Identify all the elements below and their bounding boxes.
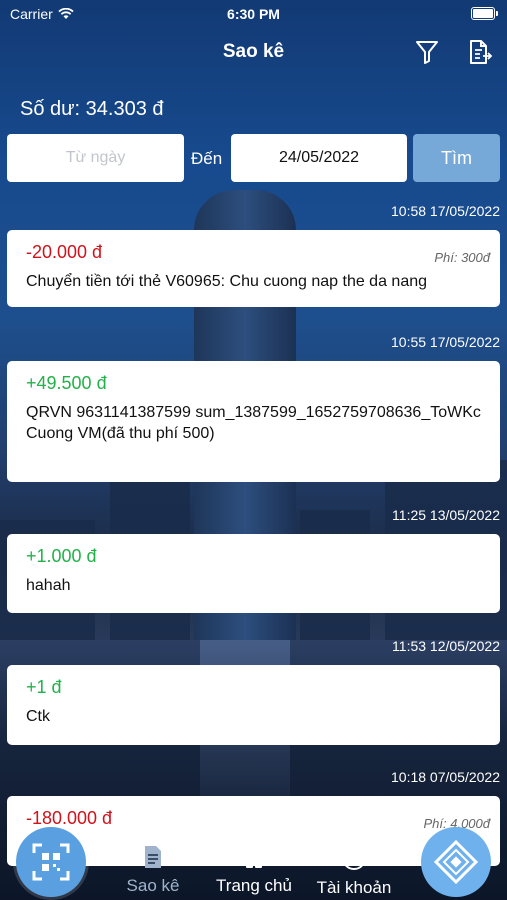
transaction-description: hahah	[26, 577, 71, 594]
transaction-amount: +1 đ	[26, 677, 62, 697]
export-file-icon[interactable]	[465, 38, 493, 66]
date-filter: Đến Tìm	[7, 134, 500, 183]
tab-account[interactable]: Tài khoản	[312, 845, 396, 898]
transaction-fee: Phí: 300đ	[434, 250, 490, 265]
transaction-time: 10:18 07/05/2022	[391, 769, 500, 785]
transaction-card[interactable]: +49.500 đ QRVN 9631141387599 sum_1387599…	[7, 361, 500, 482]
transaction-description: QRVN 9631141387599 sum_1387599_165275970…	[26, 404, 481, 442]
transaction-time: 10:58 17/05/2022	[391, 203, 500, 219]
transaction-card[interactable]: -20.000 đ Phí: 300đ Chuyển tiền tới thẻ …	[7, 230, 500, 307]
transaction-amount: -180.000 đ	[26, 808, 113, 828]
to-label: Đến	[191, 149, 223, 168]
transaction-amount: +49.500 đ	[26, 373, 107, 393]
search-button[interactable]: Tìm	[413, 134, 500, 182]
transaction-time: 11:25 13/05/2022	[392, 507, 500, 523]
from-date-input[interactable]	[7, 134, 184, 182]
battery-icon	[471, 7, 498, 20]
tab-account-label: Tài khoản	[316, 878, 392, 897]
tab-statement-label: Sao kê	[126, 876, 180, 895]
transaction-time: 11:53 12/05/2022	[392, 638, 500, 654]
transaction-amount: +1.000 đ	[26, 546, 97, 566]
user-icon	[342, 846, 366, 870]
transaction-amount: -20.000 đ	[26, 242, 103, 262]
vnpay-qr-button[interactable]	[421, 827, 491, 897]
qr-scan-icon	[32, 843, 70, 881]
qr-scan-button[interactable]	[16, 827, 86, 897]
tab-home-label: Trang chủ	[216, 876, 292, 895]
tab-home[interactable]: Trang chủ	[210, 845, 298, 896]
transaction-description: Chuyển tiền tới thẻ V60965: Chu cuong na…	[26, 273, 428, 290]
filter-icon[interactable]	[413, 38, 441, 66]
home-icon	[243, 846, 265, 868]
balance-label: Số dư: 34.303 đ	[20, 98, 164, 120]
tab-statement[interactable]: Sao kê	[123, 845, 183, 896]
transaction-card[interactable]: +1 đ Ctk	[7, 665, 500, 745]
vnpay-qr-icon	[433, 839, 479, 885]
transaction-time: 10:55 17/05/2022	[391, 334, 500, 350]
transaction-card[interactable]: +1.000 đ hahah	[7, 534, 500, 613]
clock: 6:30 PM	[227, 6, 280, 22]
transaction-description: Ctk	[26, 708, 50, 725]
nav-bar: Sao kê	[0, 38, 507, 68]
document-icon	[145, 846, 161, 868]
status-bar: Carrier 6:30 PM	[0, 0, 507, 28]
to-date-input[interactable]	[231, 134, 407, 182]
